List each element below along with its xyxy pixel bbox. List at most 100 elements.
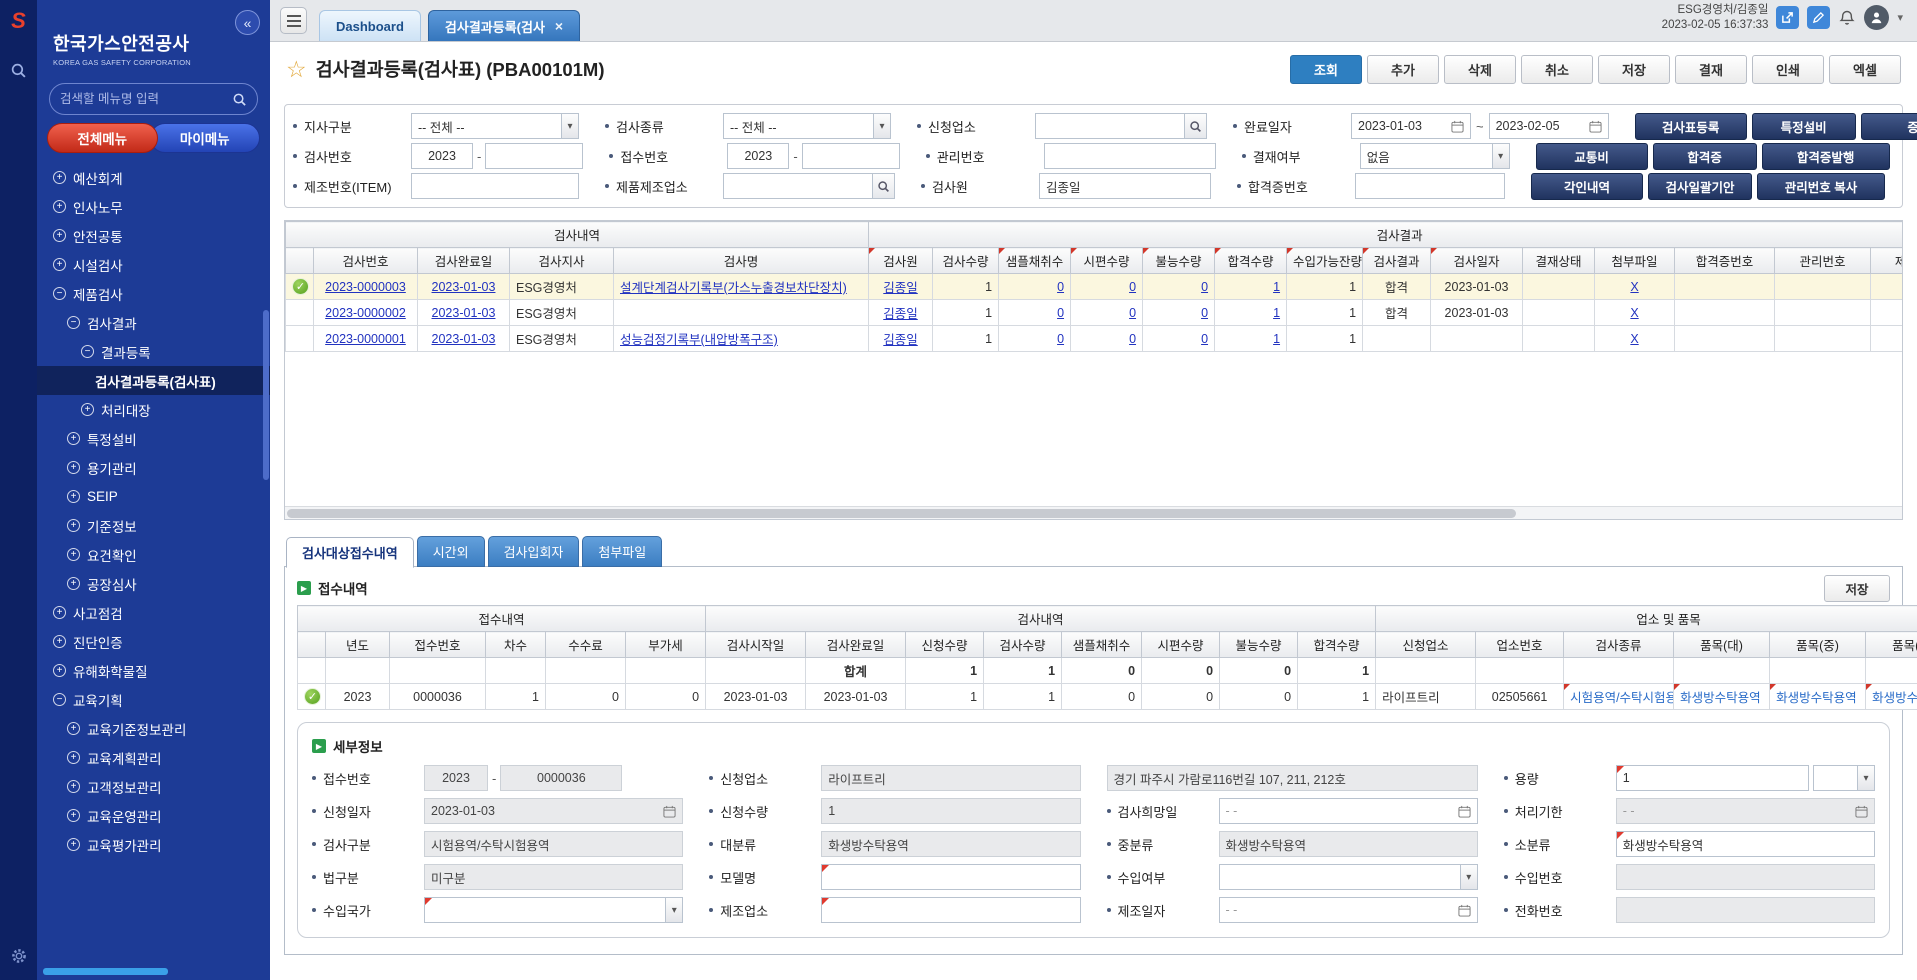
collapse-minus-icon[interactable]: − [53, 693, 66, 706]
sidebar-item[interactable]: +시설검사 [37, 250, 270, 279]
grid-cell[interactable]: 1 [933, 274, 999, 300]
grid-cell[interactable]: 0 [626, 684, 706, 710]
grid-cell[interactable]: 김종일 [869, 300, 933, 326]
grid-cell[interactable] [1871, 300, 1903, 326]
grid-cell[interactable]: 2023-0000003 [314, 274, 418, 300]
grid-link[interactable]: 김종일 [883, 307, 918, 321]
capacity-input[interactable]: 1 [1616, 765, 1809, 791]
grid-cell[interactable]: 0 [1071, 326, 1143, 352]
column-header[interactable]: 제 [1871, 248, 1903, 274]
grid-cell[interactable] [1675, 326, 1775, 352]
column-header[interactable]: 부가세 [626, 632, 706, 658]
collapse-minus-icon[interactable]: − [81, 345, 94, 358]
grid-cell[interactable]: 1 [933, 326, 999, 352]
grid-cell[interactable]: 2023-0000001 [314, 326, 418, 352]
sidebar-item[interactable]: −교육기획 [37, 685, 270, 714]
make-date-input[interactable]: - - [1219, 897, 1478, 923]
column-header[interactable]: 검사원 [869, 248, 933, 274]
expand-plus-icon[interactable]: + [53, 258, 66, 271]
quick-action-button[interactable]: 검사표등록 [1635, 113, 1747, 140]
all-menu-button[interactable]: 전체메뉴 [47, 123, 158, 153]
toolbar-button[interactable]: 저장 [1598, 55, 1670, 84]
apps-grid-icon[interactable] [11, 138, 27, 154]
sidebar-item[interactable]: −제품검사 [37, 279, 270, 308]
table-row[interactable]: ✓2023-00000032023-01-03ESG경영처설계단계검사기록부(가… [286, 274, 1904, 300]
grid-cell[interactable]: 0 [999, 300, 1071, 326]
grid-cell[interactable] [1775, 326, 1871, 352]
grid-cell[interactable]: 0 [1220, 684, 1298, 710]
grid-link[interactable]: 설계단계검사기록부(가스누출경보차단장치) [620, 281, 847, 295]
collapse-minus-icon[interactable]: − [67, 316, 80, 329]
grid-cell[interactable]: 2023-0000002 [314, 300, 418, 326]
grid-cell[interactable]: 2023-01-03 [1431, 274, 1523, 300]
sidebar-item[interactable]: +예산회계 [37, 163, 270, 192]
external-link-icon[interactable] [1776, 6, 1799, 29]
expand-plus-icon[interactable]: + [67, 838, 80, 851]
grid-cell[interactable]: 0 [1071, 300, 1143, 326]
toolbar-button[interactable]: 삭제 [1444, 55, 1516, 84]
sidebar-item[interactable]: +SEIP [37, 482, 270, 511]
grid-link[interactable]: 0 [1057, 306, 1064, 320]
column-header[interactable]: 샘플채취수 [999, 248, 1071, 274]
favorite-star-icon[interactable]: ☆ [286, 56, 307, 83]
sidebar-item[interactable]: +공장심사 [37, 569, 270, 598]
grid-cell[interactable] [1523, 274, 1595, 300]
sidebar-item[interactable]: +교육계획관리 [37, 743, 270, 772]
expand-plus-icon[interactable]: + [67, 519, 80, 532]
grid-cell[interactable]: 화생방수탁용역 [1674, 684, 1770, 710]
grid-cell[interactable]: 0000036 [390, 684, 486, 710]
grid-cell[interactable]: 0 [1142, 684, 1220, 710]
table-row[interactable]: ✓202300000361002023-01-032023-01-0311000… [298, 684, 1917, 710]
grid-cell[interactable]: 2023-01-03 [706, 684, 806, 710]
grid-link[interactable]: 0 [1201, 306, 1208, 320]
quick-action-button[interactable]: 합격증 [1653, 143, 1757, 170]
table-row[interactable]: 2023-00000012023-01-03ESG경영처성능검정기록부(내압방폭… [286, 326, 1904, 352]
notifications-bell-icon[interactable] [1838, 9, 1856, 27]
row-select-cell[interactable]: ✓ [298, 684, 326, 710]
mdi-tab[interactable]: 검사결과등록(검사× [428, 10, 580, 41]
calendar-icon[interactable] [1589, 120, 1602, 133]
item-serial-input[interactable] [411, 173, 579, 199]
grid-cell[interactable]: 화생방수탁용역 [1866, 684, 1917, 710]
quick-action-button[interactable]: 교통비 [1536, 143, 1648, 170]
grid-cell[interactable]: 0 [999, 274, 1071, 300]
column-header[interactable]: 검사명 [614, 248, 869, 274]
column-header[interactable]: 결재상태 [1523, 248, 1595, 274]
grid-cell[interactable]: 0 [1143, 274, 1215, 300]
grid-link[interactable]: 0 [1201, 332, 1208, 346]
quick-action-button[interactable]: 특정설비 [1752, 113, 1856, 140]
grid-cell[interactable]: 0 [546, 684, 626, 710]
column-header[interactable]: 불능수량 [1143, 248, 1215, 274]
grid-cell[interactable]: 0 [999, 326, 1071, 352]
grid-cell[interactable]: 2023 [326, 684, 390, 710]
grid-cell[interactable] [1775, 274, 1871, 300]
grid-cell[interactable]: 0 [1062, 684, 1142, 710]
grid-link[interactable]: 2023-01-03 [432, 332, 496, 346]
grid-link[interactable]: 0 [1129, 332, 1136, 346]
grid-link[interactable]: 2023-01-03 [432, 306, 496, 320]
column-header[interactable]: 시편수량 [1142, 632, 1220, 658]
grid-cell[interactable] [1871, 326, 1903, 352]
grid-cell[interactable]: 화생방수탁용역 [1770, 684, 1866, 710]
column-header[interactable]: 첨부파일 [1595, 248, 1675, 274]
grid-cell[interactable]: 1 [1287, 326, 1363, 352]
receipt-no-serial-input[interactable] [802, 143, 900, 169]
scrollbar-thumb[interactable] [287, 509, 1516, 518]
menu-search-box[interactable] [49, 83, 258, 115]
grid-cell[interactable]: 2023-01-03 [806, 684, 906, 710]
column-header[interactable]: 품목(대) [1674, 632, 1770, 658]
column-header[interactable]: 시편수량 [1071, 248, 1143, 274]
calendar-icon[interactable] [1458, 904, 1471, 917]
sidebar-item[interactable]: +고객정보관리 [37, 772, 270, 801]
mdi-tab[interactable]: Dashboard [319, 10, 421, 41]
expand-plus-icon[interactable]: + [53, 664, 66, 677]
sidebar-item[interactable]: +특정설비 [37, 424, 270, 453]
calendar-icon[interactable] [1451, 120, 1464, 133]
manage-no-input[interactable] [1044, 143, 1216, 169]
grid-cell[interactable]: 1 [1287, 274, 1363, 300]
edit-pencil-icon[interactable] [1807, 6, 1830, 29]
row-select-cell[interactable] [286, 300, 314, 326]
hope-date-input[interactable]: - - [1219, 798, 1478, 824]
sidebar-item[interactable]: +사고점검 [37, 598, 270, 627]
quick-action-button[interactable]: 관리번호 복사 [1757, 173, 1885, 200]
